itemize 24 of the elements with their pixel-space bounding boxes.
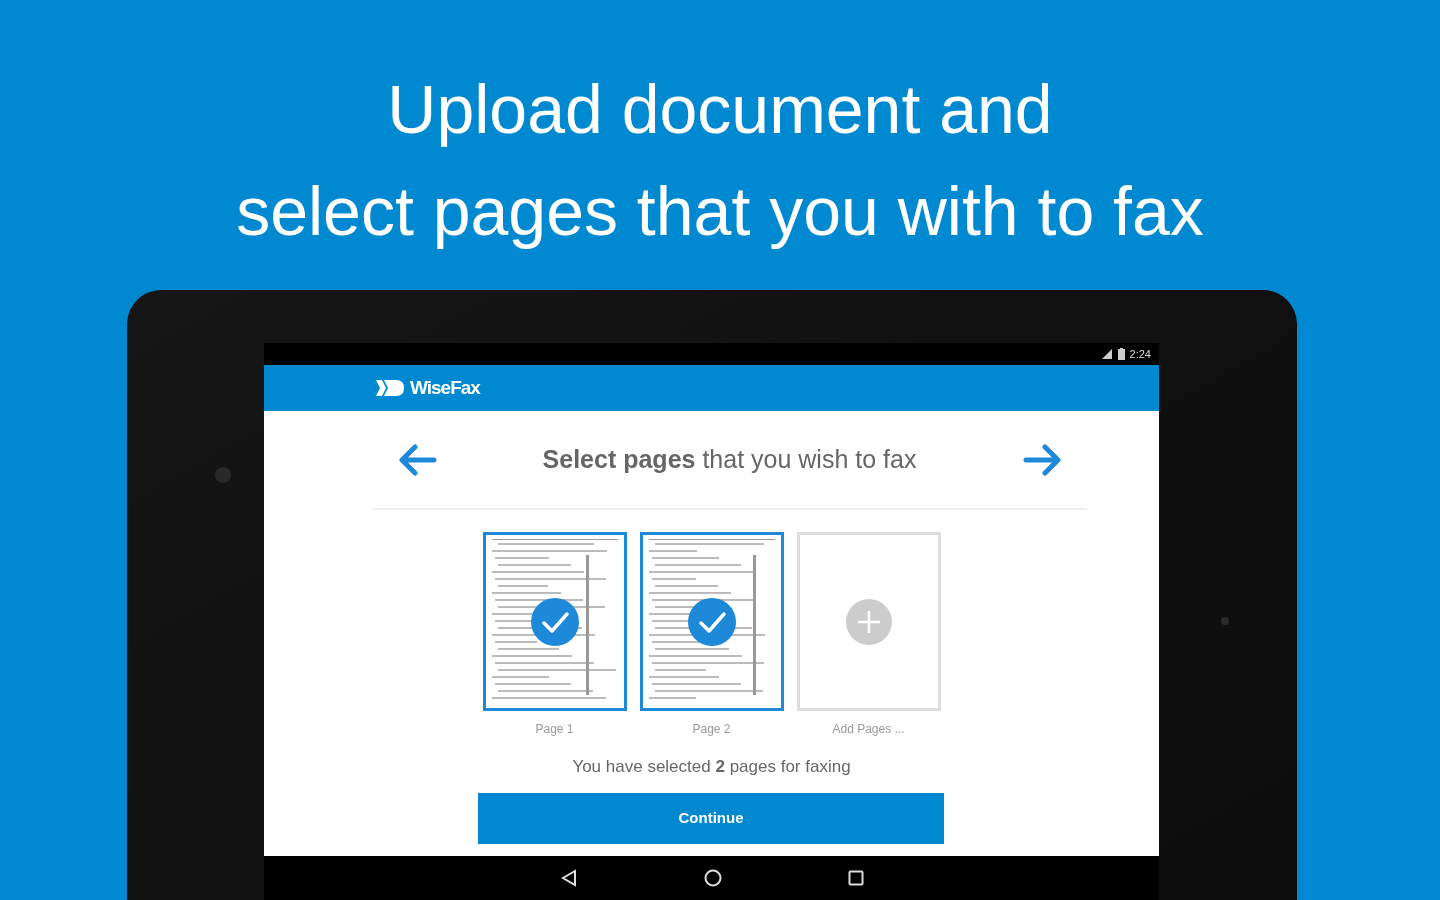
add-page-tile[interactable]: [796, 532, 941, 711]
back-arrow-icon[interactable]: [398, 443, 437, 476]
back-icon[interactable]: [559, 869, 578, 887]
page-label: Page 1: [535, 721, 574, 738]
selection-summary: You have selected 2 pages for faxing: [572, 756, 851, 778]
home-icon[interactable]: [703, 869, 722, 887]
page-label: Page 2: [692, 721, 731, 738]
logo-icon: [376, 379, 404, 397]
forward-arrow-icon[interactable]: [1022, 443, 1061, 476]
app-title: WiseFax: [410, 375, 480, 400]
check-icon: [530, 597, 579, 646]
page-label: Add Pages ...: [832, 721, 905, 738]
header-title: Select pages that you wish to fax: [542, 443, 917, 475]
add-icon: [845, 598, 892, 645]
check-icon: [687, 597, 736, 646]
headline-text: Upload document and: [386, 70, 1054, 149]
recents-icon[interactable]: [847, 870, 864, 886]
continue-button[interactable]: Continue: [478, 792, 944, 844]
headline-text: select pages that you with to fax: [235, 172, 1205, 251]
sensor-icon: [1221, 617, 1229, 625]
camera-icon: [215, 467, 231, 483]
status-time: 2:24: [1129, 346, 1151, 362]
battery-icon: [1117, 348, 1125, 360]
signal-icon: [1100, 348, 1113, 360]
